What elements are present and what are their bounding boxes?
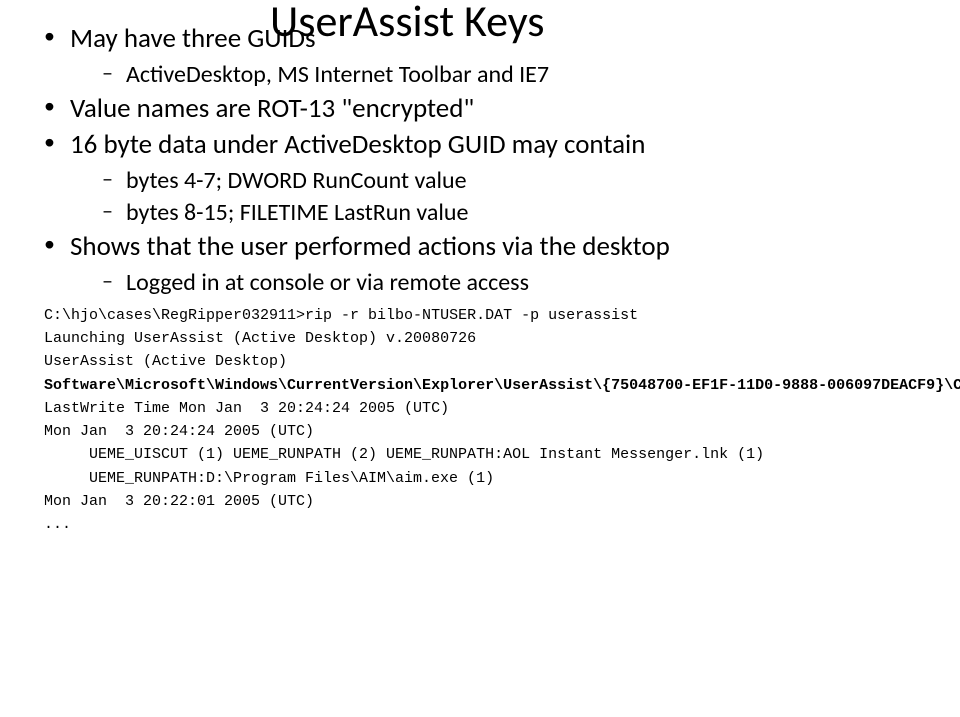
bullet-4: Shows that the user performed actions vi… bbox=[44, 230, 932, 298]
terminal-output: C:\hjo\cases\RegRipper032911>rip -r bilb… bbox=[44, 304, 932, 537]
mono-line-1: C:\hjo\cases\RegRipper032911>rip -r bilb… bbox=[44, 307, 638, 324]
mono-line-8: UEME_RUNPATH:D:\Program Files\AIM\aim.ex… bbox=[44, 467, 494, 490]
slide-content: May have three GUIDs ActiveDesktop, MS I… bbox=[44, 20, 932, 536]
mono-line-9: Mon Jan 3 20:22:01 2005 (UTC) bbox=[44, 493, 314, 510]
bullet-4-sub-1: Logged in at console or via remote acces… bbox=[70, 267, 932, 298]
bullet-3-text: 16 byte data under ActiveDesktop GUID ma… bbox=[70, 128, 645, 161]
slide: UserAssist Keys May have three GUIDs Act… bbox=[0, 0, 960, 717]
mono-line-7: UEME_UISCUT (1) UEME_RUNPATH (2) UEME_RU… bbox=[44, 443, 764, 466]
bullet-3-sub-2: bytes 8-15; FILETIME LastRun value bbox=[70, 197, 932, 228]
bullet-1: May have three GUIDs ActiveDesktop, MS I… bbox=[44, 22, 932, 90]
bullet-3: 16 byte data under ActiveDesktop GUID ma… bbox=[44, 128, 932, 228]
mono-line-6: Mon Jan 3 20:24:24 2005 (UTC) bbox=[44, 423, 314, 440]
bullet-3-sub-1: bytes 4-7; DWORD RunCount value bbox=[70, 165, 932, 196]
mono-line-4: Software\Microsoft\Windows\CurrentVersio… bbox=[44, 377, 960, 394]
bullet-2: Value names are ROT-13 "encrypted" bbox=[44, 92, 932, 127]
mono-line-3: UserAssist (Active Desktop) bbox=[44, 353, 287, 370]
mono-line-10: ... bbox=[44, 516, 71, 533]
bullet-4-sub: Logged in at console or via remote acces… bbox=[70, 267, 932, 298]
mono-line-2: Launching UserAssist (Active Desktop) v.… bbox=[44, 330, 476, 347]
mono-line-5: LastWrite Time Mon Jan 3 20:24:24 2005 (… bbox=[44, 400, 449, 417]
bullet-1-sub: ActiveDesktop, MS Internet Toolbar and I… bbox=[70, 59, 932, 90]
bullet-list: May have three GUIDs ActiveDesktop, MS I… bbox=[44, 22, 932, 298]
bullet-1-text: May have three GUIDs bbox=[70, 22, 316, 55]
bullet-3-sub: bytes 4-7; DWORD RunCount value bytes 8-… bbox=[70, 165, 932, 228]
bullet-4-text: Shows that the user performed actions vi… bbox=[70, 230, 670, 263]
bullet-1-sub-1: ActiveDesktop, MS Internet Toolbar and I… bbox=[70, 59, 932, 90]
